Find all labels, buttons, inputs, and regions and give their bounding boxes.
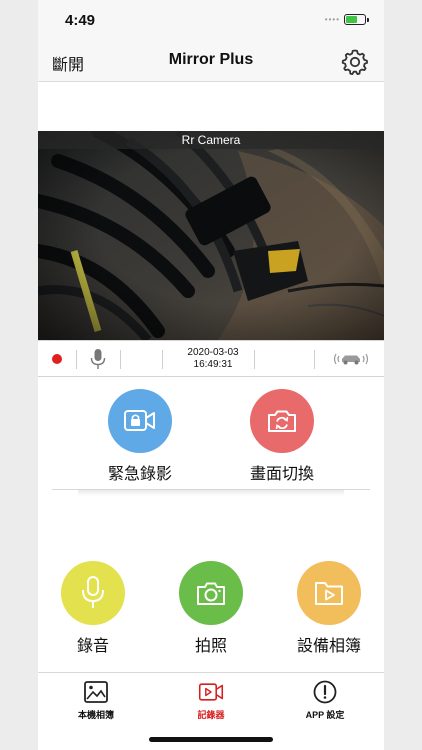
record-dot-icon — [52, 354, 62, 364]
signal-icon: •••• — [324, 15, 340, 24]
page-title: Mirror Plus — [168, 51, 254, 68]
car-signal-icon — [333, 353, 369, 365]
status-time: 4:49 — [65, 12, 96, 29]
tab-local-album[interactable]: 本機相簿 — [56, 680, 136, 721]
tab-recorder-label: 記錄器 — [197, 710, 225, 720]
navigation-bar: 斷開 Mirror Plus — [38, 42, 384, 82]
switch-view-button[interactable]: 畫面切換 — [250, 389, 314, 484]
emergency-record-label: 緊急錄影 — [108, 466, 173, 483]
device-album-button[interactable]: 設備相簿 — [297, 561, 361, 656]
take-photo-button[interactable]: 拍照 — [179, 561, 243, 656]
device-album-label: 設備相簿 — [297, 638, 362, 655]
separator — [314, 350, 315, 369]
camera-switch-icon — [250, 389, 314, 453]
tab-recorder[interactable]: 記錄器 — [171, 680, 251, 721]
app-screen: 4:49 •••• 斷開 Mirror Plus Rr Camera 2020-… — [38, 0, 384, 750]
camera-feed-image — [38, 131, 384, 340]
separator — [120, 350, 121, 369]
lock-camera-icon — [108, 389, 172, 453]
recording-time: 16:49:31 — [193, 359, 233, 370]
mic-icon[interactable] — [88, 348, 108, 370]
audio-record-label: 錄音 — [76, 638, 109, 655]
status-indicators: •••• — [324, 14, 369, 25]
take-photo-label: 拍照 — [194, 638, 227, 655]
camera-icon — [179, 561, 243, 625]
separator — [76, 350, 77, 369]
divider-shadow — [78, 490, 344, 496]
battery-charging-icon — [344, 14, 369, 25]
recorder-control-strip: 2020-03-03 16:49:31 — [38, 340, 384, 377]
info-circle-icon — [313, 680, 337, 704]
tab-local-album-label: 本機相簿 — [77, 710, 114, 720]
recording-date: 2020-03-03 — [187, 347, 239, 358]
camera-view[interactable]: Rr Camera — [38, 131, 384, 340]
emergency-record-button[interactable]: 緊急錄影 — [108, 389, 172, 484]
status-bar: 4:49 •••• — [38, 0, 384, 42]
tab-app-settings[interactable]: APP 設定 — [285, 680, 365, 721]
video-play-icon — [198, 683, 224, 701]
switch-view-label: 畫面切換 — [250, 466, 315, 483]
camera-label: Rr Camera — [38, 131, 384, 149]
audio-record-button[interactable]: 錄音 — [61, 561, 125, 656]
recording-timestamp: 2020-03-03 16:49:31 — [158, 347, 268, 371]
gear-icon[interactable] — [340, 47, 370, 77]
tab-bar: 本機相簿 記錄器 APP 設定 — [38, 672, 384, 724]
mic-icon — [61, 561, 125, 625]
home-indicator — [149, 737, 273, 742]
separator — [254, 350, 255, 369]
image-icon — [84, 681, 108, 703]
video-folder-icon — [297, 561, 361, 625]
tab-app-settings-label: APP 設定 — [305, 710, 345, 720]
